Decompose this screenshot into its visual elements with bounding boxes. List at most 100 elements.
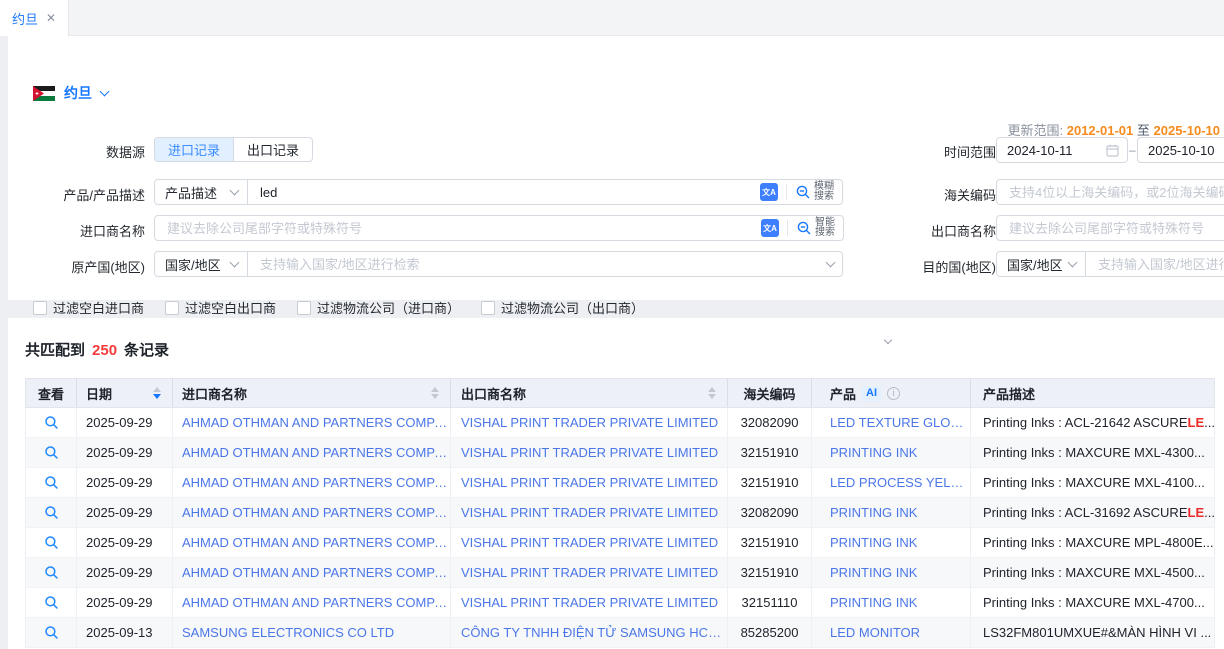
date-cell: 2025-09-29 (77, 438, 173, 467)
view-record-icon (44, 625, 59, 640)
product-type-select[interactable]: 产品描述 (154, 179, 248, 205)
table-row: 2025-09-13 SAMSUNG ELECTRONICS CO LTD CÔNG… (25, 618, 1215, 648)
destination-region-select[interactable]: 国家/地区 (996, 251, 1086, 277)
description-cell: Printing Inks : MAXCURE MXL-4100... (971, 468, 1214, 497)
close-icon[interactable]: ✕ (46, 12, 56, 24)
sort-desc-icon[interactable] (708, 394, 716, 399)
table-row: 2025-09-29 AHMAD OTHMAN AND PARTNERS COMP… (25, 438, 1215, 468)
hs-code-cell: 32151910 (728, 438, 812, 467)
sort-desc-icon[interactable] (431, 394, 439, 399)
data-source-toggle: 进口记录 出口记录 (154, 137, 313, 162)
view-cell (26, 468, 77, 497)
checkbox-icon[interactable] (481, 301, 495, 315)
translate-icon[interactable]: 文A (760, 183, 778, 201)
exporter-link[interactable]: VISHAL PRINT TRADER PRIVATE LIMITED (461, 595, 718, 610)
checkbox-icon[interactable] (297, 301, 311, 315)
view-record-button[interactable] (44, 475, 59, 490)
description-cell: Printing Inks : MAXCURE MXL-4700... (971, 588, 1214, 617)
origin-country-input[interactable] (260, 257, 819, 272)
importer-search-row: 文A 智能 搜索 (154, 215, 844, 241)
smart-search-button[interactable]: 智能 搜索 (796, 218, 835, 238)
product-link[interactable]: PRINTING INK (830, 505, 917, 520)
date-to-field[interactable]: 2025-10-10 (1137, 137, 1224, 163)
hs-code-input[interactable] (1009, 185, 1224, 200)
export-records-button[interactable]: 出口记录 (233, 138, 312, 161)
importer-link[interactable]: AHMAD OTHMAN AND PARTNERS COMPA... (182, 445, 450, 460)
product-cell: PRINTING INK (812, 588, 971, 617)
exporter-link[interactable]: VISHAL PRINT TRADER PRIVATE LIMITED (461, 535, 718, 550)
filter-checkbox-3[interactable]: 过滤物流公司（出口商） (481, 298, 644, 317)
results-table: 查看日期进口商名称出口商名称海关编码产品AIi产品描述 2025-09-29AH… (25, 378, 1215, 648)
description-text: Printing Inks : MAXCURE MPL-4800E... (983, 535, 1213, 550)
exporter-link[interactable]: VISHAL PRINT TRADER PRIVATE LIMITED (461, 565, 718, 580)
view-record-button[interactable] (44, 625, 59, 640)
importer-link[interactable]: AHMAD OTHMAN AND PARTNERS COMPA... (182, 535, 450, 550)
product-link[interactable]: PRINTING INK (830, 535, 917, 550)
sort-desc-icon[interactable] (153, 394, 161, 399)
column-header-3[interactable]: 出口商名称 (451, 379, 728, 407)
origin-region-select[interactable]: 国家/地区 (154, 251, 248, 277)
checkbox-label: 过滤空白出口商 (185, 298, 276, 317)
exporter-link[interactable]: VISHAL PRINT TRADER PRIVATE LIMITED (461, 475, 718, 490)
product-cell: PRINTING INK (812, 498, 971, 527)
exporter-link[interactable]: VISHAL PRINT TRADER PRIVATE LIMITED (461, 505, 718, 520)
view-record-button[interactable] (44, 595, 59, 610)
tab-label: 约旦 (12, 9, 38, 28)
filter-checkbox-2[interactable]: 过滤物流公司（进口商） (297, 298, 460, 317)
product-link[interactable]: PRINTING INK (830, 445, 917, 460)
column-label: 查看 (38, 384, 64, 403)
exporter-cell: VISHAL PRINT TRADER PRIVATE LIMITED (451, 468, 728, 497)
product-link[interactable]: LED TEXTURE GLOSS ... (830, 415, 970, 430)
hs-code-input-box (996, 179, 1224, 205)
filter-checkbox-1[interactable]: 过滤空白出口商 (165, 298, 276, 317)
exporter-input[interactable] (1009, 221, 1224, 236)
product-link[interactable]: PRINTING INK (830, 565, 917, 580)
tab-jordan[interactable]: 约旦 ✕ (0, 0, 69, 36)
smart-search-label: 智能 搜索 (815, 218, 835, 238)
importer-cell: AHMAD OTHMAN AND PARTNERS COMPA... (173, 498, 451, 527)
destination-input-box (1085, 251, 1224, 277)
product-link[interactable]: LED MONITOR (830, 625, 920, 640)
column-label: 产品 (830, 384, 856, 403)
chevron-down-icon (100, 86, 110, 96)
sort-asc-icon[interactable] (708, 387, 716, 392)
importer-link[interactable]: AHMAD OTHMAN AND PARTNERS COMPA... (182, 475, 450, 490)
exporter-link[interactable]: VISHAL PRINT TRADER PRIVATE LIMITED (461, 415, 718, 430)
product-link[interactable]: PRINTING INK (830, 595, 917, 610)
column-header-2[interactable]: 进口商名称 (173, 379, 451, 407)
importer-link[interactable]: SAMSUNG ELECTRONICS CO LTD (182, 625, 394, 640)
import-records-button[interactable]: 进口记录 (155, 138, 233, 161)
view-record-button[interactable] (44, 535, 59, 550)
destination-country-input[interactable] (1098, 257, 1224, 272)
table-row: 2025-09-29AHMAD OTHMAN AND PARTNERS COMP… (25, 588, 1215, 618)
date-cell: 2025-09-13 (77, 618, 173, 647)
sort-asc-icon[interactable] (431, 387, 439, 392)
filter-checkbox-0[interactable]: 过滤空白进口商 (33, 298, 144, 317)
view-record-button[interactable] (44, 445, 59, 460)
view-record-button[interactable] (44, 505, 59, 520)
checkbox-icon[interactable] (33, 301, 47, 315)
country-selector[interactable]: 约旦 (33, 83, 108, 103)
product-input[interactable] (260, 185, 752, 200)
importer-cell: AHMAD OTHMAN AND PARTNERS COMPA... (173, 468, 451, 497)
sort-control[interactable] (153, 387, 161, 399)
exporter-link[interactable]: VISHAL PRINT TRADER PRIVATE LIMITED (461, 445, 718, 460)
importer-link[interactable]: AHMAD OTHMAN AND PARTNERS COMPA... (182, 415, 450, 430)
exporter-link[interactable]: CÔNG TY TNHH ĐIỆN TỬ SAMSUNG HCMC... (461, 625, 727, 640)
importer-link[interactable]: AHMAD OTHMAN AND PARTNERS COMPA... (182, 505, 450, 520)
sort-asc-icon[interactable] (153, 387, 161, 392)
importer-link[interactable]: AHMAD OTHMAN AND PARTNERS COMPA... (182, 565, 450, 580)
importer-link[interactable]: AHMAD OTHMAN AND PARTNERS COMPA... (182, 595, 450, 610)
product-link[interactable]: LED PROCESS YELLOW... (830, 475, 970, 490)
view-record-button[interactable] (44, 415, 59, 430)
info-icon[interactable]: i (887, 387, 900, 400)
view-record-button[interactable] (44, 565, 59, 580)
checkbox-icon[interactable] (165, 301, 179, 315)
importer-input[interactable] (167, 221, 753, 236)
fuzzy-search-button[interactable]: 模糊 搜索 (795, 182, 834, 202)
translate-icon[interactable]: 文A (761, 219, 779, 237)
sort-control[interactable] (708, 387, 716, 399)
column-header-1[interactable]: 日期 (77, 379, 173, 407)
date-from-field[interactable]: 2024-10-11 (996, 137, 1128, 163)
sort-control[interactable] (431, 387, 439, 399)
